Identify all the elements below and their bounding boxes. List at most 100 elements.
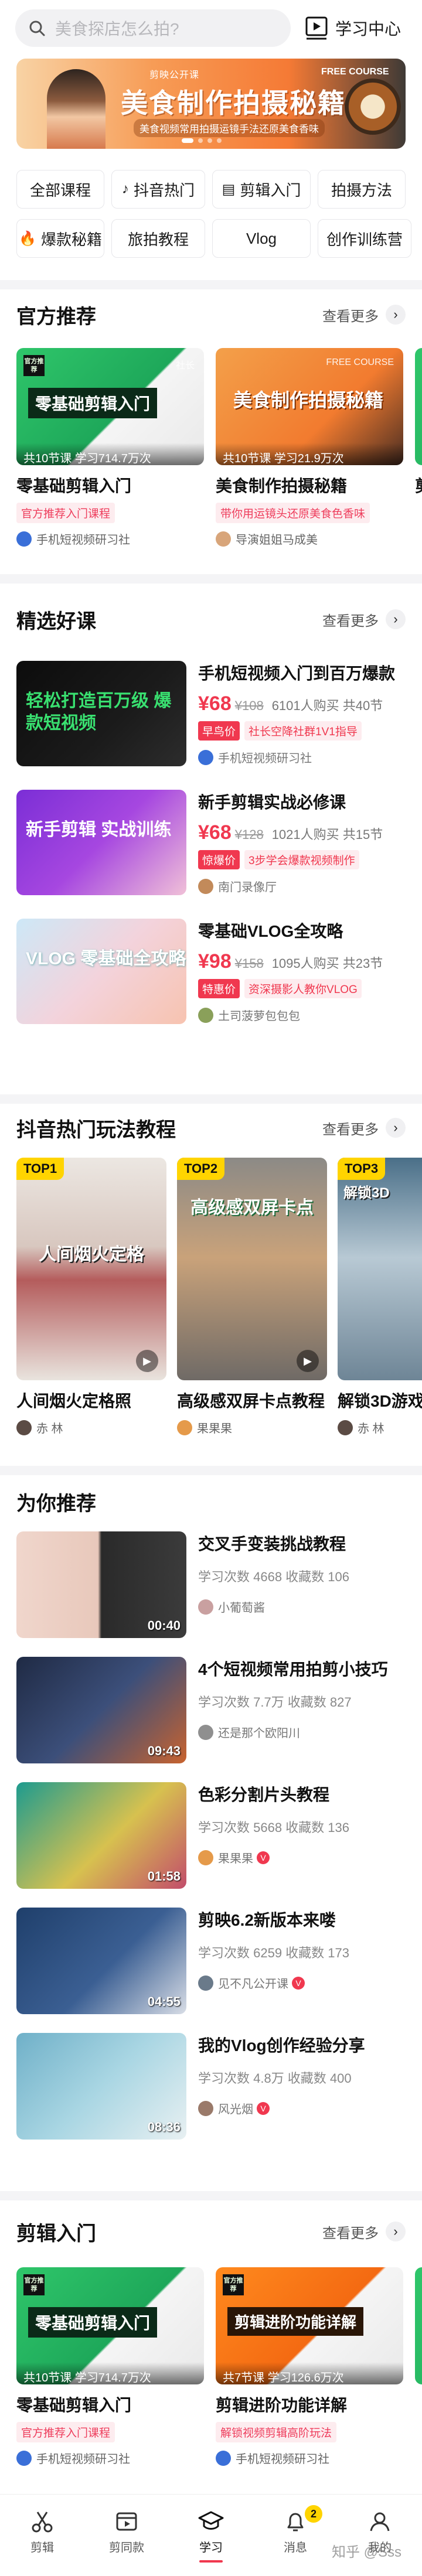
course-author[interactable]: 手机短视频研习社 bbox=[198, 749, 406, 766]
see-more-button[interactable]: 查看更多 › bbox=[322, 2222, 406, 2242]
course-tag: 官方推荐入门课程 bbox=[16, 2422, 115, 2442]
chip-shooting-methods[interactable]: 拍摄方法 bbox=[318, 170, 406, 209]
course-card[interactable]: FREE COURSE 美食制作拍摄秘籍 共10节课 学习21.9万次 美食制作… bbox=[216, 348, 403, 559]
author-name: 小葡萄酱 bbox=[218, 1602, 265, 1615]
video-author[interactable]: 小葡萄酱 bbox=[198, 1598, 406, 1615]
course-thumbnail: 轻松打造百万级 爆款短视频 bbox=[16, 661, 186, 766]
nav-label: 剪同款 bbox=[109, 2541, 144, 2554]
active-tab-indicator bbox=[199, 2560, 223, 2563]
tutorial-author[interactable]: 赤 林 bbox=[16, 1419, 166, 1436]
recommended-video-item[interactable]: 00:40 交叉手变装挑战教程 学习次数 4668 收藏数 106 小葡萄酱 bbox=[16, 1531, 406, 1657]
course-card[interactable]: 官方推荐 社长 零基础剪辑入门 共10节课 学习714.7万次 零基础剪辑入门 … bbox=[16, 348, 204, 559]
course-author[interactable]: 土司菠萝包包包 bbox=[198, 1006, 406, 1023]
notification-badge: 2 bbox=[305, 2505, 322, 2523]
see-more-button[interactable]: 查看更多 › bbox=[322, 609, 406, 630]
nav-learn[interactable]: 学习 bbox=[169, 2495, 253, 2576]
recommend-section-header: 为你推荐 bbox=[16, 1487, 406, 1516]
tutorial-author[interactable]: 赤 林 bbox=[338, 1419, 422, 1436]
recommended-video-item[interactable]: 09:43 4个短视频常用拍剪小技巧 学习次数 7.7万 收藏数 827 还是那… bbox=[16, 1657, 406, 1782]
avatar bbox=[198, 1599, 213, 1615]
nav-messages[interactable]: 消息 2 bbox=[253, 2495, 338, 2576]
course-title: 零基础剪辑入门 bbox=[16, 477, 132, 495]
featured-course-item[interactable]: 轻松打造百万级 爆款短视频 手机短视频入门到百万爆款 ¥68 ¥108 6101人购… bbox=[16, 661, 406, 790]
course-card[interactable]: 官方推荐 剪辑进阶功能详解 共7节课 学习126.6万次 剪辑进阶功能详解 解锁… bbox=[216, 2267, 403, 2490]
chip-all-courses[interactable]: 全部课程 bbox=[16, 170, 104, 209]
course-card[interactable]: 官方推荐 零基础剪辑入门 共10节课 学习714.7万次 零基础剪辑入门 官方推… bbox=[16, 2267, 204, 2490]
featured-course-item[interactable]: 新手剪辑 实战训练 新手剪辑实战必修课 ¥68 ¥128 1021人购买 共15节 … bbox=[16, 790, 406, 919]
section-divider bbox=[0, 280, 422, 289]
video-info: 我的Vlog创作经验分享 学习次数 4.8万 收藏数 400 风光烟 V bbox=[198, 2033, 406, 2117]
author-name: 手机短视频研习社 bbox=[36, 2453, 130, 2466]
tutorial-card[interactable]: TOP2 高级感双屏卡点 ▶ 高级感双屏卡点教程 果果果 bbox=[177, 1158, 327, 1451]
course-author[interactable]: 导演姐姐马成美 bbox=[216, 530, 403, 547]
video-author[interactable]: 风光烟 V bbox=[198, 2100, 406, 2117]
tutorial-thumbnail: TOP1 人间烟火定格 ▶ bbox=[16, 1158, 166, 1380]
nav-templates[interactable]: 剪同款 bbox=[84, 2495, 169, 2576]
study-center-button[interactable]: 学习中心 bbox=[305, 13, 401, 43]
banner-dot bbox=[198, 138, 203, 143]
chip-tiktok-hot[interactable]: ♪ 抖音热门 bbox=[111, 170, 205, 209]
chip-editing-basics[interactable]: ▤ 剪辑入门 bbox=[212, 170, 311, 209]
price-tag: 早鸟价 bbox=[198, 721, 240, 741]
nav-label: 消息 bbox=[284, 2541, 307, 2554]
search-input[interactable]: 美食探店怎么拍? bbox=[15, 9, 291, 47]
video-author[interactable]: 见不凡公开课 V bbox=[198, 1974, 406, 1991]
nav-edit[interactable]: 剪辑 bbox=[0, 2495, 84, 2576]
banner-dot bbox=[207, 138, 212, 143]
thumbnail-text: 剪辑进阶功能详解 bbox=[227, 2307, 364, 2336]
see-more-button[interactable]: 查看更多 › bbox=[322, 1118, 406, 1138]
tutorial-card[interactable]: TOP3 解锁3D 解锁3D游戏 赤 林 bbox=[338, 1158, 422, 1451]
search-icon bbox=[29, 21, 45, 36]
promo-tag: 3步学会爆款视频制作 bbox=[244, 850, 359, 869]
course-tags: 惊爆价 3步学会爆款视频制作 bbox=[198, 850, 406, 869]
course-author[interactable]: 手机短视频研习社 bbox=[16, 530, 204, 547]
chip-label: 创作训练营 bbox=[326, 230, 403, 248]
chip-label: 全部课程 bbox=[29, 181, 91, 199]
editing-section-header: 剪辑入门 查看更多 › bbox=[16, 2217, 406, 2246]
author-name: 见不凡公开课 bbox=[218, 1978, 288, 1991]
video-duration: 04:55 bbox=[147, 1994, 181, 2009]
section-divider bbox=[0, 574, 422, 584]
rank-badge: TOP2 bbox=[177, 1158, 225, 1180]
banner-free-label: FREE COURSE bbox=[321, 67, 389, 77]
tutorial-author[interactable]: 果果果 bbox=[177, 1419, 327, 1436]
video-author[interactable]: 果果果 V bbox=[198, 1849, 406, 1866]
editing-course-carousel[interactable]: 官方推荐 零基础剪辑入门 共10节课 学习714.7万次 零基础剪辑入门 官方推… bbox=[16, 2267, 422, 2490]
nav-profile[interactable]: 我的 bbox=[338, 2495, 422, 2576]
course-author[interactable]: 南门录像厅 bbox=[198, 878, 406, 895]
avatar bbox=[216, 2450, 231, 2466]
featured-course-item[interactable]: VLOG 零基础全攻略 零基础VLOG全攻略 ¥98 ¥158 1095人购买 共2… bbox=[16, 919, 406, 1048]
course-author[interactable]: 手机短视频研习社 bbox=[216, 2449, 403, 2466]
promo-tag: 社长空降社群1V1指导 bbox=[244, 721, 362, 741]
featured-course-list: 轻松打造百万级 爆款短视频 手机短视频入门到百万爆款 ¥68 ¥108 6101人购… bbox=[16, 661, 406, 1048]
course-thumbnail: 官方推荐 零基础剪辑入门 共10节课 学习714.7万次 bbox=[16, 2267, 204, 2384]
course-tag: 官方推荐入门课程 bbox=[16, 503, 115, 523]
course-author[interactable]: 手机短视频研习社 bbox=[16, 2449, 204, 2466]
video-title: 剪映6.2新版本来喽 bbox=[198, 1911, 336, 1929]
course-card[interactable] bbox=[415, 2267, 422, 2490]
recommended-video-item[interactable]: 04:55 剪映6.2新版本来喽 学习次数 6259 收藏数 173 见不凡公开… bbox=[16, 1908, 406, 2033]
purchase-meta: 1095人购买 共23节 bbox=[271, 956, 383, 971]
promo-banner[interactable]: 剪映公开课 FREE COURSE 美食制作拍摄秘籍 美食视频常用拍摄运镜手法还… bbox=[16, 59, 406, 149]
chip-vlog[interactable]: Vlog bbox=[212, 219, 311, 258]
avatar bbox=[16, 1420, 32, 1435]
tutorial-card[interactable]: TOP1 人间烟火定格 ▶ 人间烟火定格照 赤 林 bbox=[16, 1158, 166, 1451]
course-title: 新手剪辑实战必修课 bbox=[198, 793, 346, 811]
course-card[interactable]: 剪 bbox=[415, 348, 422, 559]
chip-viral-secrets[interactable]: 🔥 爆款秘籍 bbox=[16, 219, 104, 258]
course-thumbnail bbox=[415, 2267, 422, 2384]
see-more-button[interactable]: 查看更多 › bbox=[322, 305, 406, 325]
video-author[interactable]: 还是那个欧阳川 bbox=[198, 1724, 406, 1741]
person-icon bbox=[367, 2509, 393, 2534]
author-name: 赤 林 bbox=[36, 1422, 63, 1435]
chip-travel-tutorials[interactable]: 旅拍教程 bbox=[111, 219, 205, 258]
official-course-carousel[interactable]: 官方推荐 社长 零基础剪辑入门 共10节课 学习714.7万次 零基础剪辑入门 … bbox=[16, 348, 422, 559]
course-tags: 特惠价 资深摄影人教你VLOG bbox=[198, 979, 406, 998]
price-original: ¥128 bbox=[234, 827, 264, 842]
recommended-video-item[interactable]: 08:36 我的Vlog创作经验分享 学习次数 4.8万 收藏数 400 风光烟… bbox=[16, 2033, 406, 2158]
recommended-video-item[interactable]: 01:58 色彩分割片头教程 学习次数 5668 收藏数 136 果果果 V bbox=[16, 1782, 406, 1908]
video-duration: 00:40 bbox=[147, 1618, 181, 1633]
see-more-label: 查看更多 bbox=[322, 1121, 379, 1138]
tiktok-tutorial-carousel[interactable]: TOP1 人间烟火定格 ▶ 人间烟火定格照 赤 林 TOP2 高级感双屏卡点 ▶… bbox=[16, 1158, 422, 1451]
chip-creator-camp[interactable]: 创作训练营 bbox=[318, 219, 411, 258]
